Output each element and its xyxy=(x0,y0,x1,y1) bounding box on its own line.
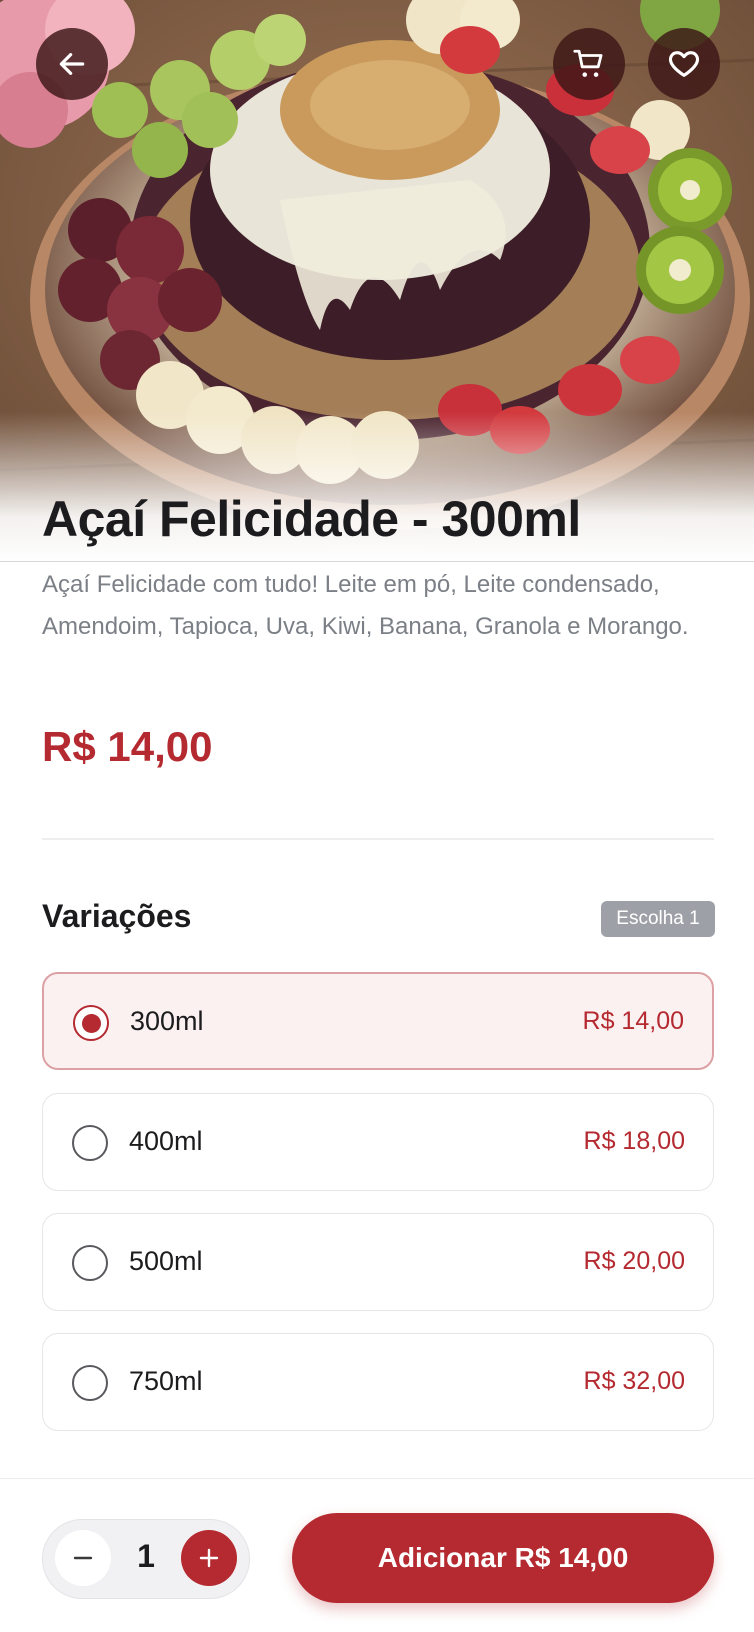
increase-quantity-button[interactable] xyxy=(181,1530,237,1586)
product-description: Açaí Felicidade com tudo! Leite em pó, L… xyxy=(42,571,689,640)
hero-divider xyxy=(0,561,754,562)
quantity-stepper: 1 xyxy=(42,1519,250,1599)
product-title: Açaí Felicidade - 300ml xyxy=(42,491,581,547)
cart-button[interactable] xyxy=(553,28,625,100)
add-to-cart-button[interactable]: Adicionar R$ 14,00 xyxy=(292,1513,714,1603)
product-price: R$ 14,00 xyxy=(42,723,213,770)
variation-option-500ml[interactable]: 500ml R$ 20,00 xyxy=(42,1213,714,1311)
variation-price: R$ 14,00 xyxy=(582,1007,684,1035)
variation-option-400ml[interactable]: 400ml R$ 18,00 xyxy=(42,1093,714,1191)
variation-price: R$ 32,00 xyxy=(583,1367,685,1395)
variation-label: 400ml xyxy=(129,1126,203,1156)
heart-icon xyxy=(668,51,700,77)
variations-title: Variações xyxy=(42,898,192,934)
radio-unselected-icon[interactable] xyxy=(72,1245,108,1281)
product-image xyxy=(0,0,754,562)
plus-icon xyxy=(199,1548,219,1568)
choose-one-badge: Escolha 1 xyxy=(601,901,715,937)
radio-unselected-icon[interactable] xyxy=(72,1365,108,1401)
variation-option-750ml[interactable]: 750ml R$ 32,00 xyxy=(42,1333,714,1431)
quantity-value: 1 xyxy=(137,1538,155,1574)
variation-label: 750ml xyxy=(129,1366,203,1396)
variation-price: R$ 18,00 xyxy=(583,1127,685,1155)
section-divider xyxy=(42,838,714,840)
variation-option-300ml[interactable]: 300ml R$ 14,00 xyxy=(42,972,714,1070)
back-button[interactable] xyxy=(36,28,108,100)
decrease-quantity-button[interactable] xyxy=(55,1530,111,1586)
variation-label: 500ml xyxy=(129,1246,203,1276)
variation-label: 300ml xyxy=(130,1006,204,1036)
arrow-left-icon xyxy=(59,53,85,75)
radio-selected-icon[interactable] xyxy=(73,1005,109,1041)
variation-price: R$ 20,00 xyxy=(583,1247,685,1275)
radio-unselected-icon[interactable] xyxy=(72,1125,108,1161)
cart-icon xyxy=(573,49,603,77)
minus-icon xyxy=(73,1556,93,1560)
favorite-button[interactable] xyxy=(648,28,720,100)
